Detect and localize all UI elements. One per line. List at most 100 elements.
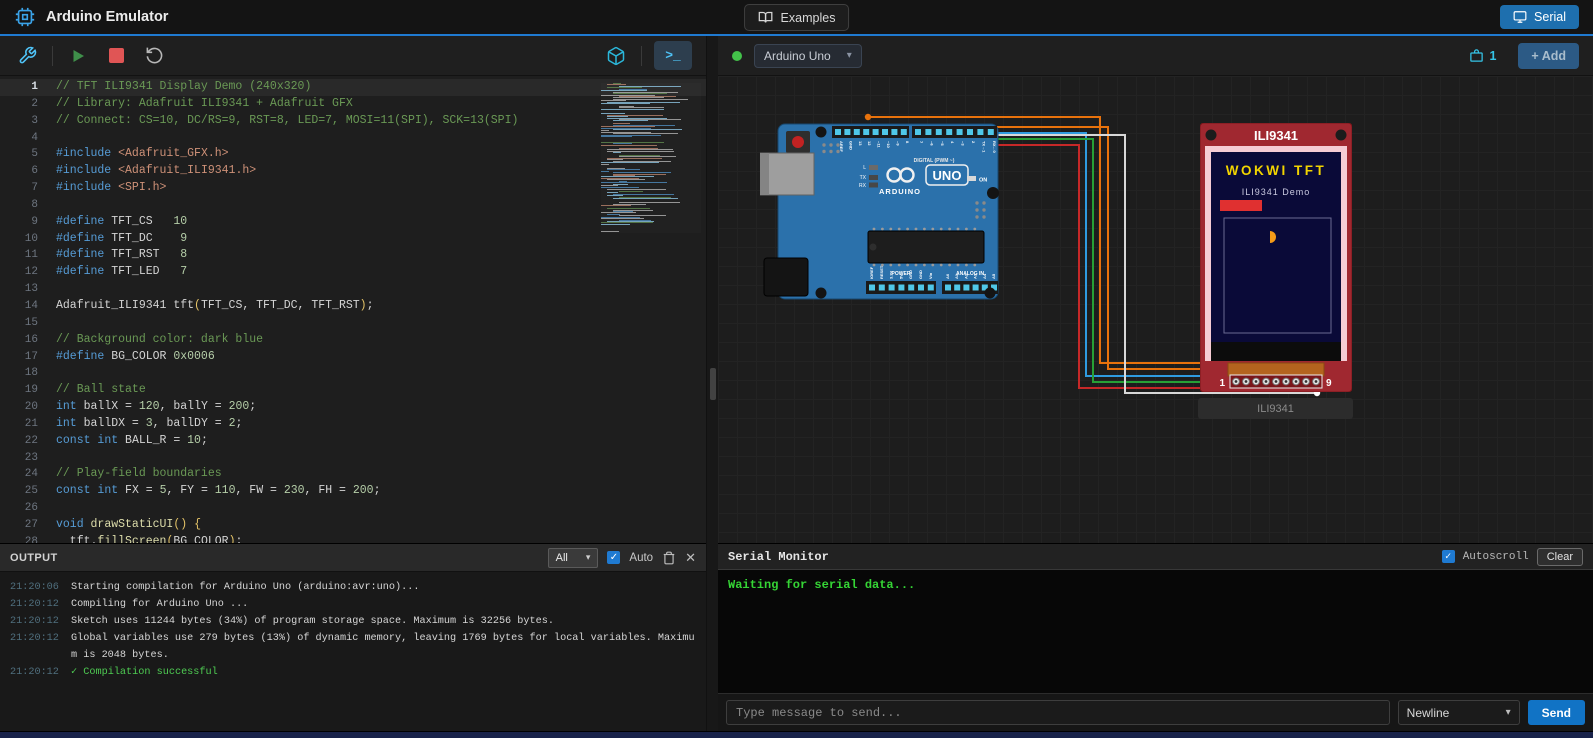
- code-line[interactable]: 14Adafruit_ILI9341 tft(TFT_CS, TFT_DC, T…: [0, 298, 706, 315]
- build-button[interactable]: [14, 43, 40, 69]
- led-rx-label: RX: [859, 183, 867, 189]
- board-pin[interactable]: [844, 129, 850, 135]
- code-line[interactable]: 12#define TFT_LED 7: [0, 264, 706, 281]
- mounting-hole: [987, 187, 999, 199]
- serial-monitor-output: Waiting for serial data...: [718, 570, 1593, 693]
- code-line[interactable]: 28 tft.fillScreen(BG_COLOR);: [0, 534, 706, 543]
- board-pin[interactable]: [882, 129, 888, 135]
- wrench-icon: [18, 46, 37, 65]
- wire-endpoint[interactable]: [865, 114, 871, 120]
- mounting-hole: [1336, 130, 1347, 141]
- code-line[interactable]: 25const int FX = 5, FY = 110, FW = 230, …: [0, 483, 706, 500]
- board-pin[interactable]: [918, 285, 924, 291]
- board-pin[interactable]: [891, 129, 897, 135]
- editor-toolbar: >_: [0, 36, 706, 76]
- auto-checkbox[interactable]: ✓: [607, 551, 620, 564]
- close-output-button[interactable]: ✕: [685, 550, 696, 566]
- board-pin[interactable]: [936, 129, 942, 135]
- log-line: 21:20:12Sketch uses 11244 bytes (34%) of…: [10, 614, 696, 631]
- clear-output-button[interactable]: [662, 551, 676, 565]
- code-line[interactable]: 24// Play-field boundaries: [0, 466, 706, 483]
- serial-waiting-text: Waiting for serial data...: [728, 578, 915, 592]
- output-filter-select[interactable]: All ▾: [548, 548, 599, 568]
- tft-display-module[interactable]: ILI9341 WOKWI TFT ILI9341 Demo 1 9: [1200, 123, 1352, 392]
- board-pin[interactable]: [908, 285, 914, 291]
- log-line: 21:20:12✓ Compilation successful: [10, 665, 696, 682]
- led-l-label: L: [863, 165, 866, 171]
- board-pin[interactable]: [873, 129, 879, 135]
- board-pin[interactable]: [854, 129, 860, 135]
- board-pin[interactable]: [901, 129, 907, 135]
- examples-button[interactable]: Examples: [744, 4, 850, 31]
- arduino-board[interactable]: AREFGND1312~11~10~987~6~54~32TX→1RX←0 DI…: [760, 123, 1002, 301]
- code-line[interactable]: 27void drawStaticUI() {: [0, 517, 706, 534]
- board-pin[interactable]: [928, 285, 934, 291]
- board-pin[interactable]: [954, 285, 960, 291]
- code-line[interactable]: 13: [0, 281, 706, 298]
- add-part-button[interactable]: + Add: [1518, 43, 1579, 69]
- board-pin[interactable]: [925, 129, 931, 135]
- board-pin[interactable]: [945, 285, 951, 291]
- board-pin[interactable]: [835, 129, 841, 135]
- led-tx: [869, 175, 878, 180]
- board-pin[interactable]: [863, 129, 869, 135]
- run-button[interactable]: [65, 43, 91, 69]
- pin-label: TX→1: [981, 141, 986, 153]
- code-line[interactable]: 10#define TFT_DC 9: [0, 231, 706, 248]
- board-pin[interactable]: [967, 129, 973, 135]
- code-editor[interactable]: 1// TFT ILI9341 Display Demo (240x320)2/…: [0, 76, 706, 543]
- pin-label: ~3: [961, 141, 966, 146]
- topbar: Arduino Emulator Examples Serial: [0, 0, 1593, 36]
- panel-divider[interactable]: [706, 36, 718, 731]
- code-line[interactable]: 16// Background color: dark blue: [0, 332, 706, 349]
- board-pin[interactable]: [957, 129, 963, 135]
- board-pin[interactable]: [973, 285, 979, 291]
- trash-icon: [662, 551, 676, 565]
- board-select[interactable]: Arduino Uno ▾: [754, 44, 862, 68]
- code-line[interactable]: 22const int BALL_R = 10;: [0, 433, 706, 450]
- serial-toggle-button[interactable]: Serial: [1500, 5, 1579, 29]
- board-pin[interactable]: [879, 285, 885, 291]
- minimap[interactable]: [601, 83, 701, 233]
- code-line[interactable]: 11#define TFT_RST 8: [0, 247, 706, 264]
- board-pin[interactable]: [869, 285, 875, 291]
- app-title: Arduino Emulator: [46, 9, 168, 25]
- board-pin[interactable]: [963, 285, 969, 291]
- brand-label: ARDUINO: [879, 187, 921, 196]
- pin-label: A5: [991, 273, 996, 279]
- examples-label: Examples: [781, 11, 836, 25]
- send-button[interactable]: Send: [1528, 700, 1585, 725]
- code-line[interactable]: 23: [0, 450, 706, 467]
- add-part-label: + Add: [1531, 49, 1566, 63]
- restart-icon: [145, 46, 164, 65]
- terminal-toggle-button[interactable]: >_: [654, 41, 692, 70]
- serial-message-input[interactable]: [726, 700, 1390, 725]
- autoscroll-checkbox[interactable]: ✓: [1442, 550, 1455, 563]
- toolbar-separator: [641, 46, 642, 66]
- stop-button[interactable]: [103, 43, 129, 69]
- board-pin[interactable]: [946, 129, 952, 135]
- clear-serial-button[interactable]: Clear: [1537, 548, 1583, 566]
- pin-label: 5V: [898, 274, 903, 279]
- newline-select[interactable]: Newline ▾: [1398, 700, 1520, 725]
- code-line[interactable]: 26: [0, 500, 706, 517]
- board-pin[interactable]: [898, 285, 904, 291]
- code-line[interactable]: 15: [0, 315, 706, 332]
- board-pin[interactable]: [889, 285, 895, 291]
- editor-scrollbar-thumb[interactable]: [710, 368, 716, 400]
- restart-button[interactable]: [141, 43, 167, 69]
- simulation-canvas[interactable]: AREFGND1312~11~10~987~6~54~32TX→1RX←0 DI…: [718, 76, 1593, 543]
- code-line[interactable]: 17#define BG_COLOR 0x0006: [0, 349, 706, 366]
- led-l: [869, 165, 878, 170]
- board-pin[interactable]: [915, 129, 921, 135]
- atmega-chip: [868, 231, 984, 263]
- tft-module-title: ILI9341: [1254, 128, 1298, 143]
- reset-button-cap[interactable]: [792, 136, 804, 148]
- code-line[interactable]: 18: [0, 365, 706, 382]
- board-pin[interactable]: [988, 129, 994, 135]
- board-pin[interactable]: [977, 129, 983, 135]
- code-line[interactable]: 19// Ball state: [0, 382, 706, 399]
- code-line[interactable]: 20int ballX = 120, ballY = 200;: [0, 399, 706, 416]
- code-line[interactable]: 21int ballDX = 3, ballDY = 2;: [0, 416, 706, 433]
- libraries-button[interactable]: [603, 43, 629, 69]
